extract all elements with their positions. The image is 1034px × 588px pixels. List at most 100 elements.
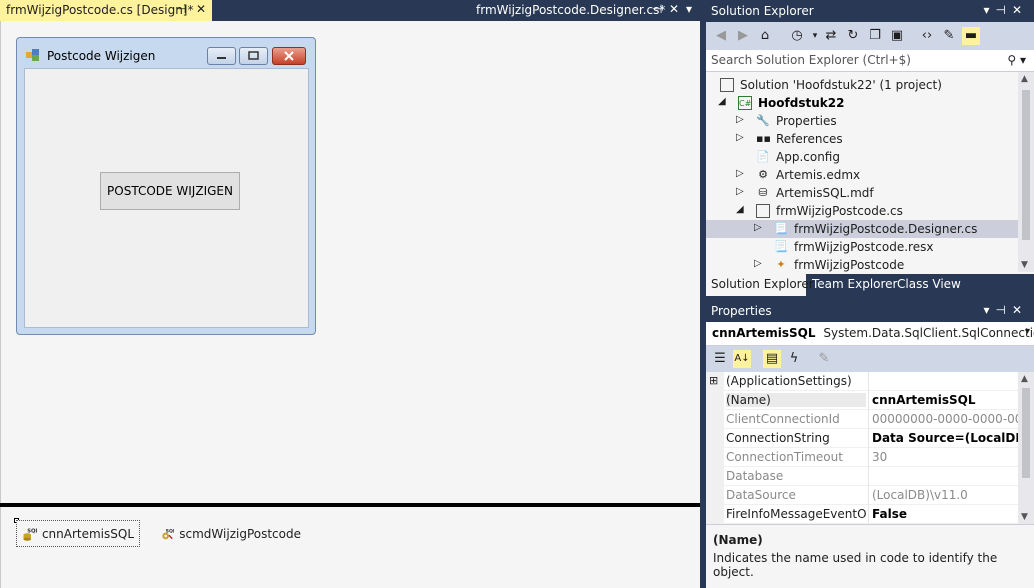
properties-object-selector[interactable]: cnnArtemisSQL System.Data.SqlClient.SqlC… — [706, 322, 1034, 346]
property-grid-scrollbar[interactable]: ▲ ▼ — [1018, 372, 1034, 524]
search-input[interactable]: Search Solution Explorer (Ctrl+$) — [711, 53, 911, 67]
tree-item-label: Hoofdstuk22 — [758, 96, 845, 110]
property-value[interactable]: 30 — [868, 448, 1018, 467]
property-name: ConnectionString — [726, 431, 830, 445]
scrollbar-thumb[interactable] — [1022, 388, 1030, 478]
property-value[interactable]: 00000000-0000-0000-0000-0 — [868, 410, 1018, 429]
property-grid[interactable]: ⊞ (ApplicationSettings) (Name) cnnArtemi… — [706, 372, 1018, 524]
refresh-icon[interactable]: ↻ — [844, 27, 862, 45]
pin-icon[interactable]: ⊣ — [995, 3, 1011, 17]
form-client-area[interactable]: POSTCODE WIJZIGEN — [24, 68, 309, 328]
dropdown-icon[interactable]: ▾ — [983, 3, 995, 17]
tree-item-resx[interactable]: 📃 frmWijzigPostcode.resx — [706, 238, 1018, 256]
minimize-button[interactable] — [207, 47, 236, 65]
solution-explorer-search[interactable]: Search Solution Explorer (Ctrl+$) ⚲ ▾ — [706, 50, 1034, 72]
tray-item-connection[interactable]: SQL cnnArtemisSQL — [16, 520, 140, 547]
row-gutter — [706, 505, 724, 524]
scroll-up-icon[interactable]: ▲ — [1021, 374, 1028, 384]
collapse-all-icon[interactable]: ❐ — [866, 27, 884, 45]
tree-item-solution[interactable]: Solution 'Hoofdstuk22' (1 project) — [706, 76, 1018, 94]
tree-item-project[interactable]: ◢ C# Hoofdstuk22 — [706, 94, 1018, 112]
row-gutter — [706, 391, 724, 410]
close-icon[interactable]: ✕ — [1012, 303, 1028, 317]
collapsed-arrow-icon[interactable]: ▷ — [736, 168, 744, 179]
chevron-down-icon[interactable]: ▾ — [686, 2, 692, 16]
properties-icon[interactable]: ▤ — [763, 350, 781, 368]
expand-plus-icon[interactable]: ⊞ — [709, 374, 718, 387]
property-pages-icon[interactable]: ✎ — [815, 350, 833, 368]
property-row[interactable]: ⊞ (ApplicationSettings) — [706, 372, 1018, 391]
property-row[interactable]: (Name) cnnArtemisSQL — [706, 391, 1018, 410]
pin-icon[interactable]: ⊣ — [176, 2, 186, 16]
expanded-arrow-icon[interactable]: ◢ — [736, 204, 744, 215]
form-app-icon — [26, 49, 39, 61]
collapsed-arrow-icon[interactable]: ▷ — [754, 258, 762, 269]
scroll-down-icon[interactable]: ▼ — [1021, 512, 1028, 522]
close-button[interactable] — [272, 47, 306, 65]
close-icon[interactable]: ✕ — [669, 2, 679, 16]
show-all-files-icon[interactable]: ▣ — [888, 27, 906, 45]
references-icon: ▪▪ — [756, 132, 771, 145]
sync-icon[interactable]: ⇄ — [822, 27, 840, 45]
back-icon[interactable]: ◀ — [712, 27, 730, 45]
home-icon[interactable]: ⌂ — [756, 27, 774, 45]
pin-icon[interactable]: ⊣ — [652, 2, 662, 16]
forward-icon[interactable]: ▶ — [734, 27, 752, 45]
tree-item-edmx[interactable]: ▷ ⚙ Artemis.edmx — [706, 166, 1018, 184]
property-value[interactable] — [868, 467, 1018, 486]
close-icon[interactable]: ✕ — [1012, 3, 1028, 17]
maximize-button[interactable] — [239, 47, 268, 65]
collapsed-arrow-icon[interactable]: ▷ — [754, 222, 762, 233]
tab-designer-code[interactable]: frmWijzigPostcode.Designer.cs* ⊣ ✕ ▾ — [470, 0, 700, 21]
property-row[interactable]: DataSource (LocalDB)\v11.0 — [706, 486, 1018, 505]
dropdown-icon[interactable]: ▾ — [983, 303, 995, 317]
collapsed-arrow-icon[interactable]: ▷ — [736, 186, 744, 197]
property-value[interactable]: (LocalDB)\v11.0 — [868, 486, 1018, 505]
property-value[interactable] — [868, 372, 1018, 391]
property-row[interactable]: FireInfoMessageEventOnU False — [706, 505, 1018, 524]
property-row[interactable]: Database — [706, 467, 1018, 486]
tree-item-class[interactable]: ▷ ✦ frmWijzigPostcode — [706, 256, 1018, 272]
chevron-down-icon[interactable]: ▾ — [1025, 326, 1030, 337]
postcode-wijzigen-button[interactable]: POSTCODE WIJZIGEN — [100, 172, 240, 210]
property-value[interactable]: cnnArtemisSQL — [868, 391, 1018, 410]
solution-tree[interactable]: Solution 'Hoofdstuk22' (1 project) ◢ C# … — [706, 72, 1018, 272]
tab-class-view[interactable]: Class View — [892, 274, 961, 296]
collapsed-arrow-icon[interactable]: ▷ — [736, 132, 744, 143]
tab-form-design[interactable]: frmWijzigPostcode.cs [Design]* ⊣ ✕ — [0, 0, 212, 21]
property-name: (ApplicationSettings) — [726, 374, 852, 388]
expanded-arrow-icon[interactable]: ◢ — [718, 96, 726, 107]
close-icon[interactable]: ✕ — [196, 2, 206, 16]
categorized-icon[interactable]: ☰ — [711, 350, 729, 368]
tab-team-explorer[interactable]: Team Explorer — [807, 274, 898, 296]
history-icon[interactable]: ◷ — [788, 27, 806, 45]
tree-item-mdf[interactable]: ▷ ⛁ ArtemisSQL.mdf — [706, 184, 1018, 202]
property-row[interactable]: ConnectionTimeout 30 — [706, 448, 1018, 467]
tree-item-designer-cs[interactable]: ▷ 📃 frmWijzigPostcode.Designer.cs — [706, 220, 1018, 238]
wrench-icon[interactable]: ✎ — [940, 27, 958, 45]
events-icon[interactable]: ϟ — [785, 350, 803, 368]
tree-item-references[interactable]: ▷ ▪▪ References — [706, 130, 1018, 148]
property-value[interactable]: False — [868, 505, 1018, 524]
code-file-icon: 📃 — [774, 222, 788, 235]
pin-icon[interactable]: ⊣ — [995, 303, 1011, 317]
scroll-down-icon[interactable]: ▼ — [1021, 260, 1028, 270]
tree-item-properties[interactable]: ▷ 🔧 Properties — [706, 112, 1018, 130]
tree-item-app-config[interactable]: 📄 App.config — [706, 148, 1018, 166]
preview-selected-icon[interactable]: ▬ — [962, 27, 980, 45]
tab-solution-explorer[interactable]: Solution Explorer — [706, 274, 814, 296]
property-row[interactable]: ClientConnectionId 00000000-0000-0000-00… — [706, 410, 1018, 429]
search-icon[interactable]: ⚲ ▾ — [1007, 53, 1026, 67]
tree-item-form-cs[interactable]: ◢ frmWijzigPostcode.cs — [706, 202, 1018, 220]
collapsed-arrow-icon[interactable]: ▷ — [736, 114, 744, 125]
property-value[interactable]: Data Source=(LocalDB)\v1 — [868, 429, 1018, 448]
scrollbar-thumb[interactable] — [1022, 90, 1030, 240]
component-tray[interactable]: SQL cnnArtemisSQL SQL scmdWijzigPostcode — [0, 507, 700, 588]
scroll-up-icon[interactable]: ▲ — [1021, 74, 1028, 84]
tray-item-command[interactable]: SQL scmdWijzigPostcode — [156, 520, 306, 547]
form-window[interactable]: Postcode Wijzigen POSTCODE WIJZIGEN — [16, 37, 316, 335]
property-row[interactable]: ConnectionString Data Source=(LocalDB)\v… — [706, 429, 1018, 448]
solution-tree-scrollbar[interactable]: ▲ ▼ — [1018, 72, 1034, 272]
view-code-icon[interactable]: ‹› — [918, 27, 936, 45]
alphabetical-icon[interactable]: A↓ — [733, 350, 751, 368]
